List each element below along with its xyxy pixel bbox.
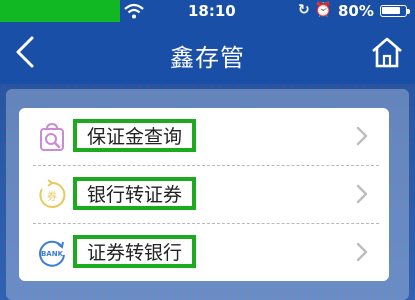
chevron-right-icon (356, 184, 368, 204)
battery-icon (380, 5, 407, 17)
wifi-icon (124, 3, 144, 19)
menu-item-bank-to-securities[interactable]: 券 银行转证券 (19, 166, 389, 223)
bag-search-icon (40, 122, 64, 151)
divider (33, 165, 379, 166)
nav-bar: 鑫存管 (0, 22, 415, 84)
transfer-securities-icon: 券 (39, 179, 66, 208)
home-icon[interactable] (370, 35, 404, 69)
page-title: 鑫存管 (170, 44, 245, 72)
divider (33, 223, 379, 224)
svg-text:BANK: BANK (41, 250, 64, 258)
menu-item-label: 保证金查询 (73, 119, 197, 152)
battery-percent: 80% (338, 2, 374, 20)
status-bar: 18:10 ↻ ⏰ 80% (0, 0, 415, 22)
svg-text:券: 券 (47, 190, 57, 203)
menu-item-securities-to-bank[interactable]: BANK 证券转银行 (19, 224, 389, 281)
status-icons: ↻ ⏰ (298, 2, 332, 18)
menu-item-label: 银行转证券 (73, 177, 197, 210)
battery-level (382, 7, 400, 14)
chevron-right-icon (356, 242, 368, 262)
battery-tip (407, 9, 410, 14)
bank-transfer-icon: BANK (39, 240, 65, 267)
chevron-right-icon (356, 126, 368, 146)
status-time: 18:10 (188, 2, 236, 20)
carrier-bar (0, 0, 120, 22)
rotation-lock-icon: ↻ (298, 2, 310, 18)
menu-item-label: 证券转银行 (73, 235, 197, 268)
alarm-icon: ⏰ (314, 2, 333, 18)
menu-card: 保证金查询 券 银行转证券 BANK 证券转银行 (19, 108, 389, 281)
menu-item-margin-query[interactable]: 保证金查询 (19, 108, 389, 165)
